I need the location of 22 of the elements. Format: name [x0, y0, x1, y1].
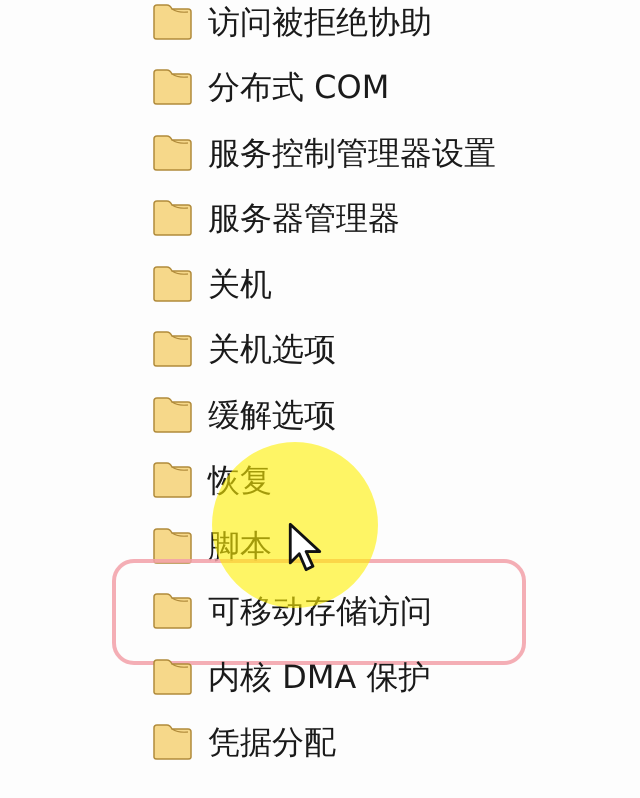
folder-icon [152, 658, 192, 695]
folder-label[interactable]: 凭据分配 [208, 723, 336, 762]
cursor-icon [288, 522, 322, 572]
folder-icon [152, 331, 192, 368]
folder-label[interactable]: 缓解选项 [208, 396, 336, 434]
folder-label[interactable]: 分布式 COM [208, 68, 390, 106]
folder-icon [152, 200, 192, 236]
folder-icon [152, 266, 192, 302]
folder-icon [152, 593, 192, 630]
folder-icon [152, 69, 192, 106]
folder-icon [152, 4, 192, 40]
folder-label[interactable]: 服务控制管理器设置 [208, 134, 496, 172]
folder-label[interactable]: 内核 DMA 保护 [208, 658, 430, 696]
folder-icon [152, 528, 192, 564]
folder-icon [152, 134, 192, 171]
folder-icon [152, 462, 192, 498]
folder-label[interactable]: 访问被拒绝协助 [208, 2, 432, 41]
folder-icon [152, 724, 192, 760]
folder-label[interactable]: 关机 [208, 264, 272, 303]
folder-icon [152, 396, 192, 433]
folder-label[interactable]: 服务器管理器 [208, 199, 400, 238]
folder-label[interactable]: 关机选项 [208, 330, 336, 368]
